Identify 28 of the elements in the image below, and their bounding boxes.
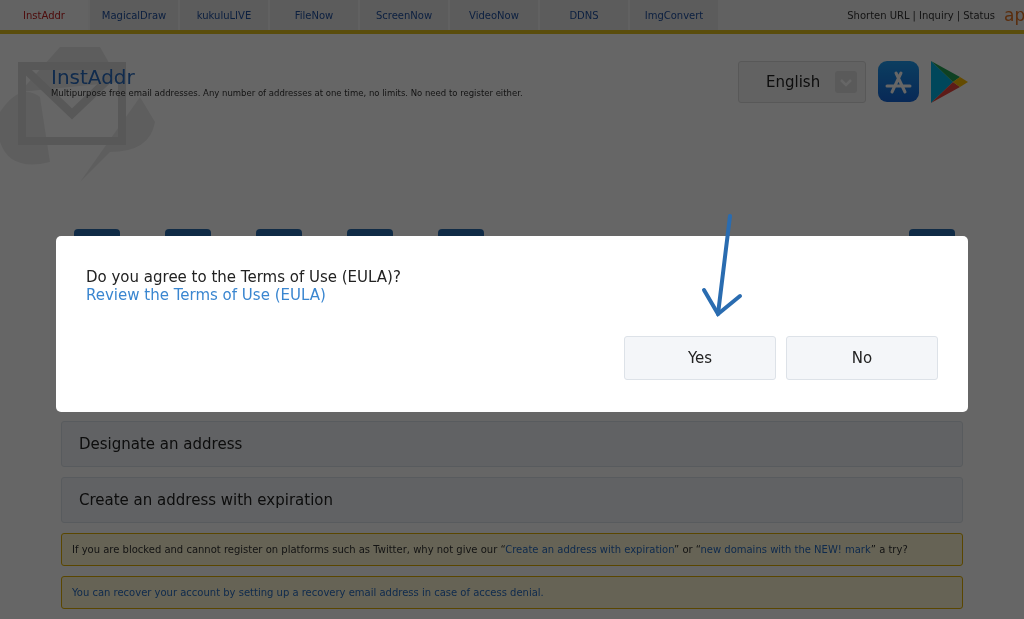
accordion-header[interactable]: Designate an address [61, 421, 963, 467]
nav-tab[interactable]: DDNS [540, 0, 628, 30]
site-title: InstAddr [51, 66, 136, 88]
nav-tab[interactable]: VideoNow [450, 0, 538, 30]
notice-link[interactable]: new domains with the NEW! mark [700, 544, 871, 555]
accordion-header[interactable]: Create an address with expiration [61, 477, 963, 523]
nav-tab[interactable]: kukuluLIVE [180, 0, 268, 30]
notice-text: If you are blocked and cannot register on platforms such as Twitter, why not give our “Create an address with expiration” or “new domains with the NEW! mark” a try? [61, 533, 963, 566]
nav-tab[interactable]: MagicalDraw [90, 0, 178, 30]
nav-tab[interactable]: FileNow [270, 0, 358, 30]
separator-text: | [956, 9, 961, 21]
dialog-button[interactable]: No [786, 336, 938, 380]
nav-tab[interactable]: ScreenNow [360, 0, 448, 30]
notice-link[interactable]: Create an address with expiration [505, 544, 675, 555]
language-select[interactable]: English [738, 61, 866, 103]
site-subtitle: Multipurpose free email addresses. Any number of addresses at one time, no limits. No need to register either. [51, 88, 523, 98]
notice-link[interactable]: You can recover your account by setting up a recovery email address in case of access denial. [72, 587, 544, 598]
dialog-question: Do you agree to the Terms of Use (EULA)? [86, 268, 401, 286]
app-store-icon[interactable] [878, 61, 919, 102]
play-store-icon[interactable] [931, 61, 968, 103]
dialog-button[interactable]: Yes [624, 336, 776, 380]
nav-link[interactable]: Shorten URL [847, 9, 910, 21]
nav-tab[interactable]: ImgConvert [630, 0, 718, 30]
nav-link[interactable]: Status [963, 9, 995, 21]
brand-logo[interactable]: ap [1004, 5, 1024, 25]
nav-link[interactable]: Inquiry [918, 9, 954, 21]
separator-text: | [912, 9, 916, 21]
terms-link[interactable]: Review the Terms of Use (EULA) [86, 286, 326, 304]
